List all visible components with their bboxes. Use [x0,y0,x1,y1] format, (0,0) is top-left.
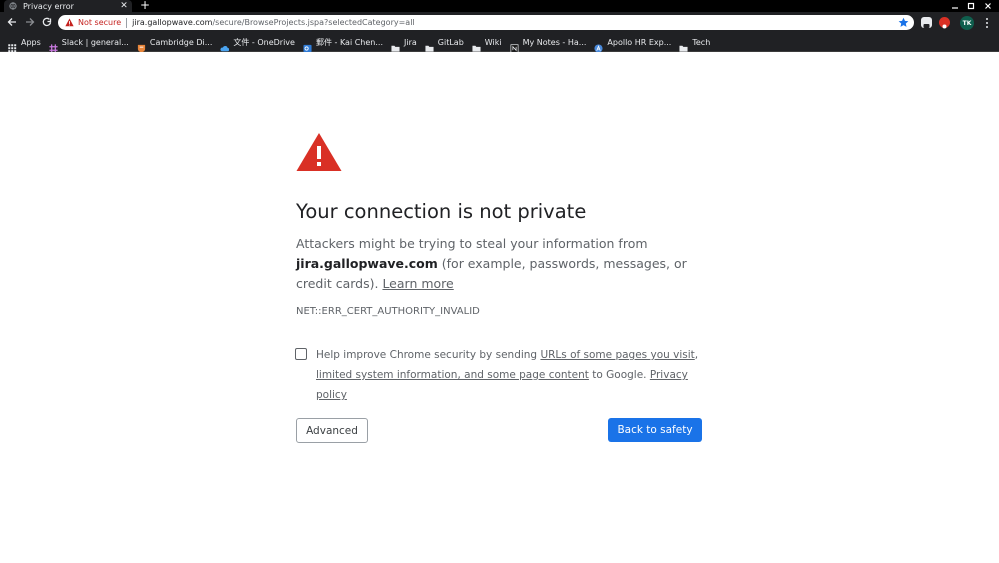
not-secure-label[interactable]: Not secure [78,18,121,27]
interstitial-page: Your connection is not private Attackers… [0,52,999,563]
warning-triangle-icon[interactable] [65,18,74,27]
opt-in-text-2: to Google. [588,369,650,381]
opt-in-label: Help improve Chrome security by sending … [316,345,716,405]
opt-in-separator: , [694,349,699,361]
back-to-safety-button[interactable]: Back to safety [608,418,702,442]
extension-chat-icon[interactable] [921,17,932,28]
tab-strip: Privacy error ✕ + [0,0,999,12]
cambridge-icon [137,38,146,53]
omnibox-separator [126,17,128,28]
warning-triangle-icon [296,133,342,171]
reload-icon[interactable] [41,16,53,28]
browser-toolbar: Not secure jira.gallopwave.com/secure/Br… [0,12,999,33]
system-info-link[interactable]: limited system information, and some pag… [316,369,589,381]
bookmark-item[interactable]: Apps [8,33,41,52]
notion-icon [510,38,519,53]
new-tab-button[interactable]: + [140,0,150,11]
opt-in-text: Help improve Chrome security by sending [316,349,541,361]
bookmark-label: Cambridge Di... [149,37,213,47]
outlook-icon [303,38,312,52]
folder-icon [472,38,481,52]
bookmark-label: Apps [21,37,41,47]
bookmark-label: 文件 - OneDrive [233,37,295,47]
globe-icon [9,2,17,10]
learn-more-link[interactable]: Learn more [382,276,453,291]
bookmark-star-icon[interactable] [898,17,909,28]
bookmark-label: Wiki [484,37,502,47]
opt-in-checkbox[interactable] [295,348,307,360]
bookmark-item[interactable]: Wiki [472,33,502,52]
bookmark-item[interactable]: GitLab [425,33,464,52]
explanation-text: Attackers might be trying to steal your … [296,236,648,251]
more-menu-icon[interactable] [984,17,990,29]
record-icon [942,24,947,29]
bookmark-item[interactable]: Jira [391,33,417,52]
bookmark-label: Slack | general... [61,37,129,47]
bookmark-label: GitLab [437,37,464,47]
url-text[interactable]: jira.gallopwave.com/secure/BrowseProject… [132,18,415,27]
minimize-icon [952,7,958,9]
apps-grid-icon [8,38,17,52]
tab-close-icon[interactable]: ✕ [119,0,129,12]
bookmark-item[interactable]: Cambridge Di... [137,33,213,53]
folder-icon [391,38,400,52]
profile-avatar[interactable]: TK [960,16,974,30]
close-icon [985,3,991,9]
bookmark-label: My Notes - Ha... [522,37,587,47]
host-name: jira.gallopwave.com [296,256,438,271]
bookmark-item[interactable]: Apollo HR Exp... [594,33,672,53]
main-message: Attackers might be trying to steal your … [296,234,696,294]
apollo-icon [594,38,603,53]
slack-icon [49,38,58,53]
window-close-button[interactable] [979,0,997,12]
chat-icon [923,24,930,28]
maximize-button[interactable] [962,0,980,12]
bookmark-label: Tech [692,37,711,47]
bookmark-label: Jira [404,37,417,47]
bookmark-item[interactable]: Tech [679,33,711,52]
bookmark-item[interactable]: My Notes - Ha... [510,33,587,53]
folder-icon [679,38,688,52]
onedrive-icon [220,38,230,51]
page-title: Your connection is not private [296,200,587,223]
tab-privacy-error[interactable]: Privacy error ✕ [4,0,132,12]
bookmark-label: 郵件 - Kai Chen... [315,37,383,47]
forward-arrow-icon[interactable] [24,16,36,28]
address-bar[interactable]: Not secure jira.gallopwave.com/secure/Br… [58,15,914,30]
url-path: /secure/BrowseProjects.jspa?selectedCate… [212,18,415,27]
advanced-button[interactable]: Advanced [296,418,368,443]
bookmarks-bar: Apps Slack | general... Cambridge Di... 文件 … [0,33,999,53]
maximize-icon [967,2,975,10]
error-code[interactable]: NET::ERR_CERT_AUTHORITY_INVALID [296,306,480,317]
bookmark-label: Apollo HR Exp... [607,37,672,47]
bookmark-item[interactable]: 文件 - OneDrive [220,33,295,51]
tab-title: Privacy error [23,1,74,11]
extension-record-icon[interactable] [939,17,950,29]
folder-icon [425,38,434,52]
bookmark-item[interactable]: Slack | general... [49,33,129,53]
url-host: jira.gallopwave.com [132,18,213,27]
urls-link[interactable]: URLs of some pages you visit [540,349,694,361]
back-arrow-icon[interactable] [6,16,18,28]
bookmark-item[interactable]: 郵件 - Kai Chen... [303,33,383,52]
